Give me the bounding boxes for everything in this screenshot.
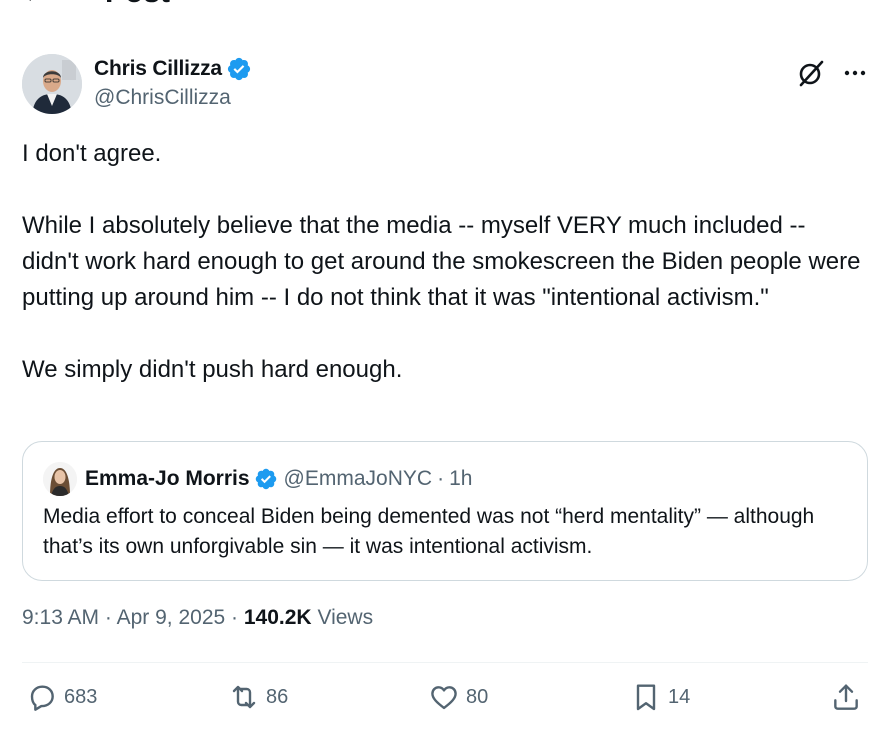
author-handle[interactable]: @ChrisCillizza bbox=[94, 86, 231, 110]
quote-header: Emma-Jo Morris @EmmaJoNYC · 1h bbox=[85, 464, 472, 494]
post-paragraph: While I absolutely believe that the medi… bbox=[22, 212, 861, 311]
divider bbox=[22, 662, 868, 663]
post-paragraph: I don't agree. bbox=[22, 140, 162, 167]
post-date[interactable]: Apr 9, 2025 bbox=[117, 606, 226, 629]
bookmark-icon bbox=[636, 684, 656, 711]
author-name-row: Chris Cillizza bbox=[94, 56, 252, 82]
post-meta: 9:13 AM · Apr 9, 2025 · 140.2K Views bbox=[22, 606, 373, 630]
repost-icon bbox=[232, 685, 256, 709]
repost-count: 86 bbox=[266, 685, 289, 708]
bookmark-count: 14 bbox=[668, 685, 691, 708]
grok-icon[interactable] bbox=[796, 58, 826, 88]
heart-icon bbox=[431, 686, 457, 710]
post-time[interactable]: 9:13 AM bbox=[22, 606, 99, 629]
quote-author-name[interactable]: Emma-Jo Morris bbox=[85, 467, 250, 491]
quoted-post-card[interactable]: Emma-Jo Morris @EmmaJoNYC · 1h Media eff… bbox=[22, 441, 868, 581]
post-paragraph: We simply didn't push hard enough. bbox=[22, 356, 403, 383]
meta-separator: · bbox=[231, 606, 239, 629]
share-icon bbox=[834, 684, 858, 710]
bookmark-button[interactable]: 14 bbox=[630, 680, 690, 714]
author-avatar[interactable] bbox=[22, 54, 82, 114]
verified-badge-icon bbox=[255, 468, 276, 490]
quote-time: 1h bbox=[449, 467, 473, 490]
back-arrow-icon[interactable]: ← bbox=[20, 0, 50, 8]
reply-icon bbox=[30, 685, 54, 711]
reply-count: 683 bbox=[64, 685, 98, 708]
author-name[interactable]: Chris Cillizza bbox=[94, 57, 222, 81]
meta-separator: · bbox=[104, 606, 112, 629]
quote-separator: · bbox=[437, 467, 445, 490]
like-button[interactable]: 80 bbox=[428, 680, 488, 714]
page-title: Post bbox=[105, 0, 170, 8]
share-button[interactable] bbox=[830, 680, 868, 714]
views-label: Views bbox=[317, 606, 374, 629]
verified-badge-icon bbox=[227, 57, 251, 81]
views-count: 140.2K bbox=[243, 606, 312, 629]
quote-author-handle[interactable]: @EmmaJoNYC bbox=[284, 467, 433, 491]
reply-button[interactable]: 683 bbox=[26, 680, 97, 714]
like-count: 80 bbox=[466, 685, 489, 708]
quote-text: Media effort to conceal Biden being deme… bbox=[43, 505, 815, 558]
quote-author-avatar bbox=[43, 462, 77, 496]
more-icon[interactable] bbox=[842, 60, 868, 86]
repost-button[interactable]: 86 bbox=[228, 680, 288, 714]
post-text: I don't agree. While I absolutely believ… bbox=[22, 136, 867, 388]
top-bar: ← Post bbox=[0, 0, 884, 10]
